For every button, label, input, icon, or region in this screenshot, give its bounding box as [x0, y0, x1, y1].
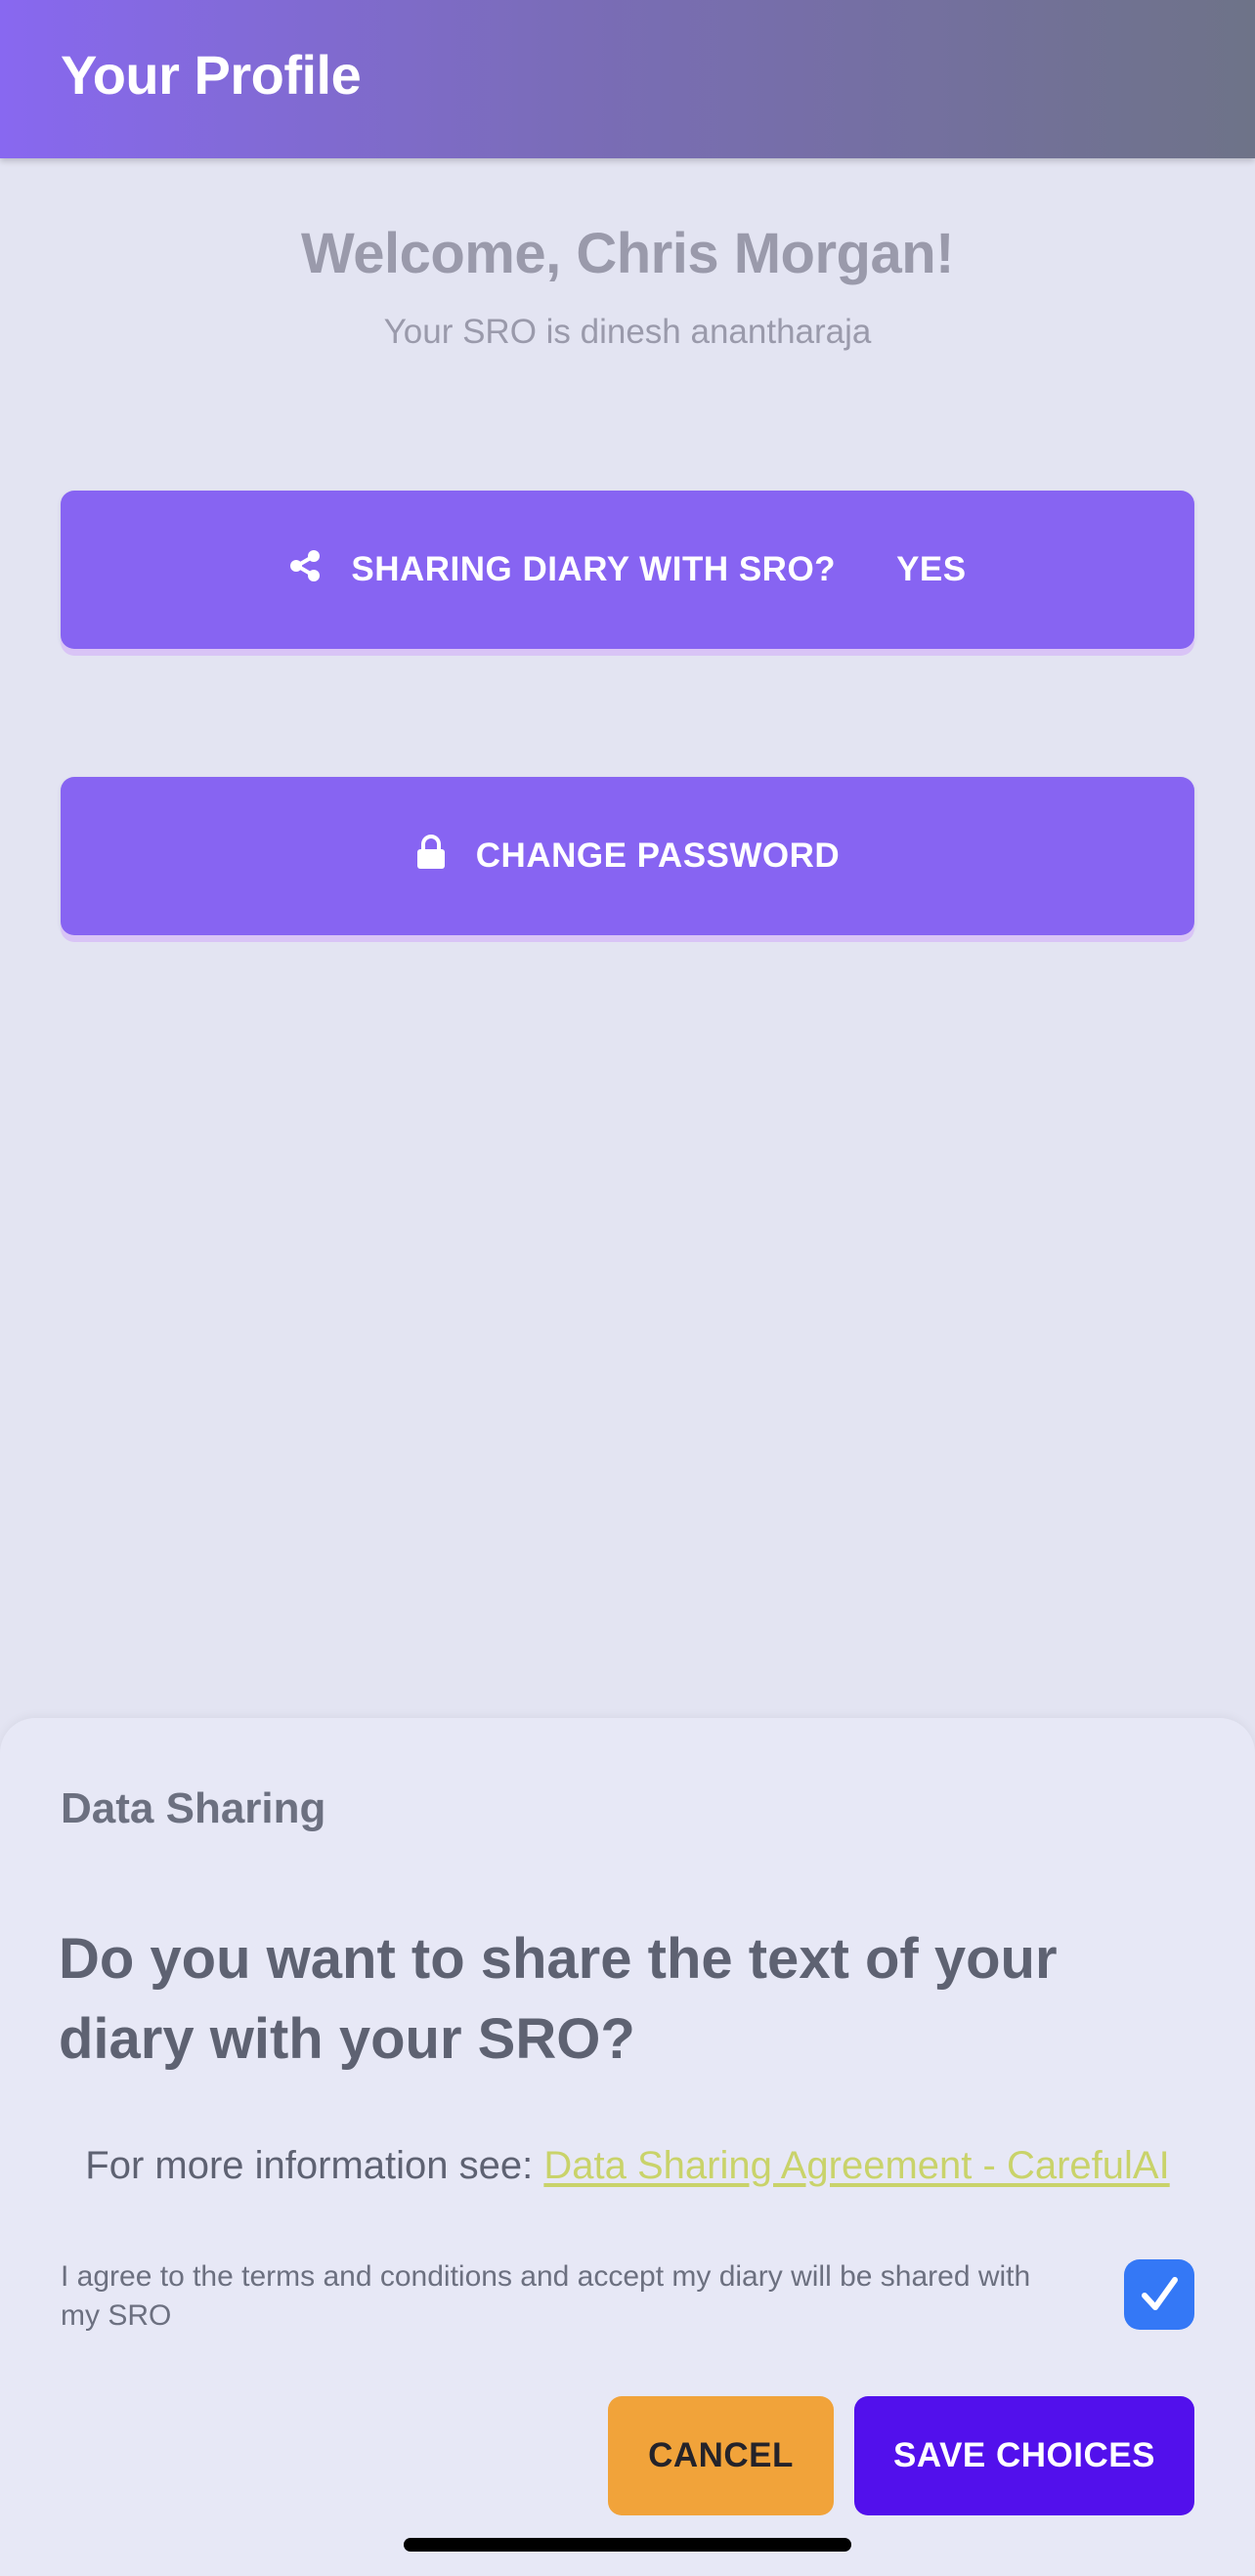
- welcome-heading: Welcome, Chris Morgan!: [301, 222, 954, 285]
- sharing-status-value: YES: [896, 550, 967, 588]
- sro-info: Your SRO is dinesh anantharaja: [383, 313, 872, 351]
- sharing-diary-label: SHARING DIARY WITH SRO?: [351, 550, 837, 588]
- profile-screen: Your Profile Welcome, Chris Morgan! Your…: [0, 0, 1255, 2576]
- change-password-button[interactable]: CHANGE PASSWORD: [61, 777, 1194, 935]
- change-password-label: CHANGE PASSWORD: [475, 837, 841, 875]
- sharing-diary-button[interactable]: SHARING DIARY WITH SRO? YES: [61, 491, 1194, 649]
- data-sharing-sheet: Data Sharing Do you want to share the te…: [0, 1718, 1255, 2576]
- app-header: Your Profile: [0, 0, 1255, 158]
- more-info-prefix: For more information see:: [85, 2144, 534, 2187]
- data-sharing-agreement-link[interactable]: Data Sharing Agreement - CarefulAI: [543, 2144, 1169, 2187]
- sharing-question: Do you want to share the text of your di…: [59, 1927, 1058, 2071]
- save-choices-button[interactable]: SAVE CHOICES: [854, 2396, 1194, 2515]
- page-title: Your Profile: [61, 44, 362, 106]
- agree-terms-label: I agree to the terms and conditions and …: [61, 2260, 1031, 2332]
- more-info-line: For more information see: Data Sharing A…: [0, 2144, 1255, 2188]
- sheet-title: Data Sharing: [61, 1784, 326, 1832]
- share-icon: [288, 549, 322, 591]
- lock-icon: [415, 834, 447, 880]
- home-indicator: [404, 2538, 851, 2552]
- agree-terms-checkbox[interactable]: [1124, 2259, 1194, 2330]
- cancel-button[interactable]: CANCEL: [608, 2396, 834, 2515]
- checkmark-icon: [1142, 2277, 1178, 2310]
